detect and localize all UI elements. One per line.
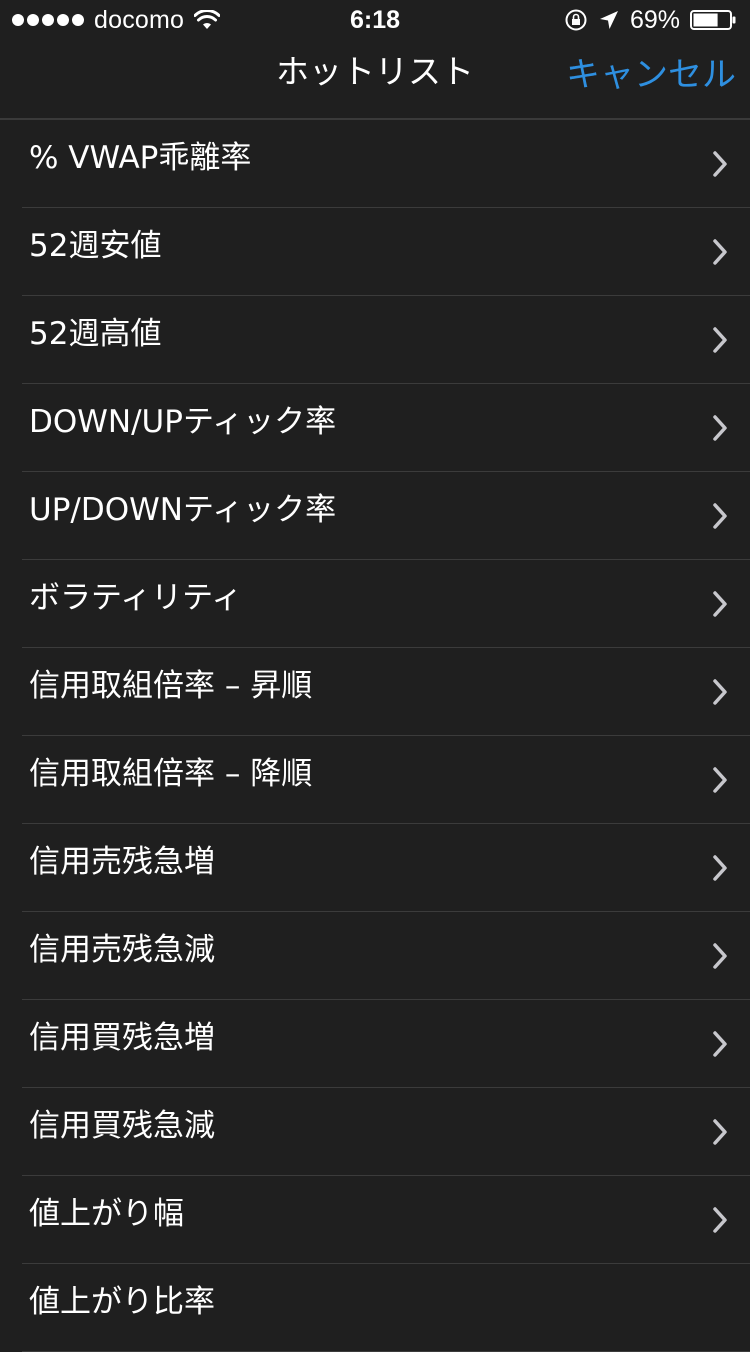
list-item-label: 52週安値 — [29, 228, 162, 264]
list-item-label: 信用取組倍率 – 昇順 — [29, 668, 313, 704]
list-item[interactable]: 信用取組倍率 – 降順 — [0, 736, 750, 824]
cancel-button[interactable]: キャンセル — [566, 40, 736, 110]
location-arrow-icon — [599, 11, 618, 29]
list-item[interactable]: 52週高値 — [0, 296, 750, 384]
list-item-label: 値上がり幅 — [29, 1196, 184, 1232]
hotlist-list: % VWAP乖離率 52週安値 52週高値 DOWN/UPティック率 UP/DOWNティ… — [0, 120, 750, 1352]
list-item-label: 信用取組倍率 – 降順 — [29, 756, 313, 792]
chevron-right-icon — [713, 943, 727, 969]
list-item[interactable]: 信用取組倍率 – 昇順 — [0, 648, 750, 736]
list-item[interactable]: 信用売残急減 — [0, 912, 750, 1000]
chevron-right-icon — [713, 1207, 727, 1233]
list-item[interactable]: 52週安値 — [0, 208, 750, 296]
orientation-lock-icon — [565, 9, 587, 31]
list-item[interactable]: ボラティリティ — [0, 560, 750, 648]
list-item[interactable]: 値上がり比率 — [0, 1264, 750, 1352]
chevron-right-icon — [713, 327, 727, 353]
chevron-right-icon — [713, 503, 727, 529]
chevron-right-icon — [713, 767, 727, 793]
status-right: 69% — [564, 0, 736, 40]
chevron-right-icon — [713, 591, 727, 617]
chevron-right-icon — [713, 239, 727, 265]
status-bar: docomo 6:18 69% — [0, 0, 750, 40]
list-item-label: 信用買残急減 — [29, 1108, 215, 1144]
chevron-right-icon — [713, 415, 727, 441]
list-item[interactable]: 値上がり幅 — [0, 1176, 750, 1264]
list-item[interactable]: % VWAP乖離率 — [0, 120, 750, 208]
list-item-label: UP/DOWNティック率 — [29, 492, 337, 528]
chevron-right-icon — [713, 1031, 727, 1057]
navigation-bar: ホットリスト キャンセル — [0, 40, 750, 120]
list-item-label: ボラティリティ — [29, 580, 243, 616]
chevron-right-icon — [713, 855, 727, 881]
list-item-label: 信用買残急増 — [29, 1020, 215, 1056]
list-item-label: 信用売残急減 — [29, 932, 215, 968]
list-item-label: 値上がり比率 — [29, 1284, 215, 1320]
chevron-right-icon — [713, 1119, 727, 1145]
list-item[interactable]: DOWN/UPティック率 — [0, 384, 750, 472]
list-item[interactable]: 信用買残急減 — [0, 1088, 750, 1176]
list-item-label: 52週高値 — [29, 316, 162, 352]
chevron-right-icon — [713, 151, 727, 177]
list-item[interactable]: 信用買残急増 — [0, 1000, 750, 1088]
list-item[interactable]: UP/DOWNティック率 — [0, 472, 750, 560]
list-item-label: % VWAP乖離率 — [29, 140, 252, 176]
battery-percent: 69% — [629, 5, 680, 34]
list-item-label: 信用売残急増 — [29, 844, 215, 880]
chevron-right-icon — [713, 679, 727, 705]
list-item[interactable]: 信用売残急増 — [0, 824, 750, 912]
list-item-label: DOWN/UPティック率 — [29, 404, 337, 440]
battery-icon — [690, 10, 736, 30]
